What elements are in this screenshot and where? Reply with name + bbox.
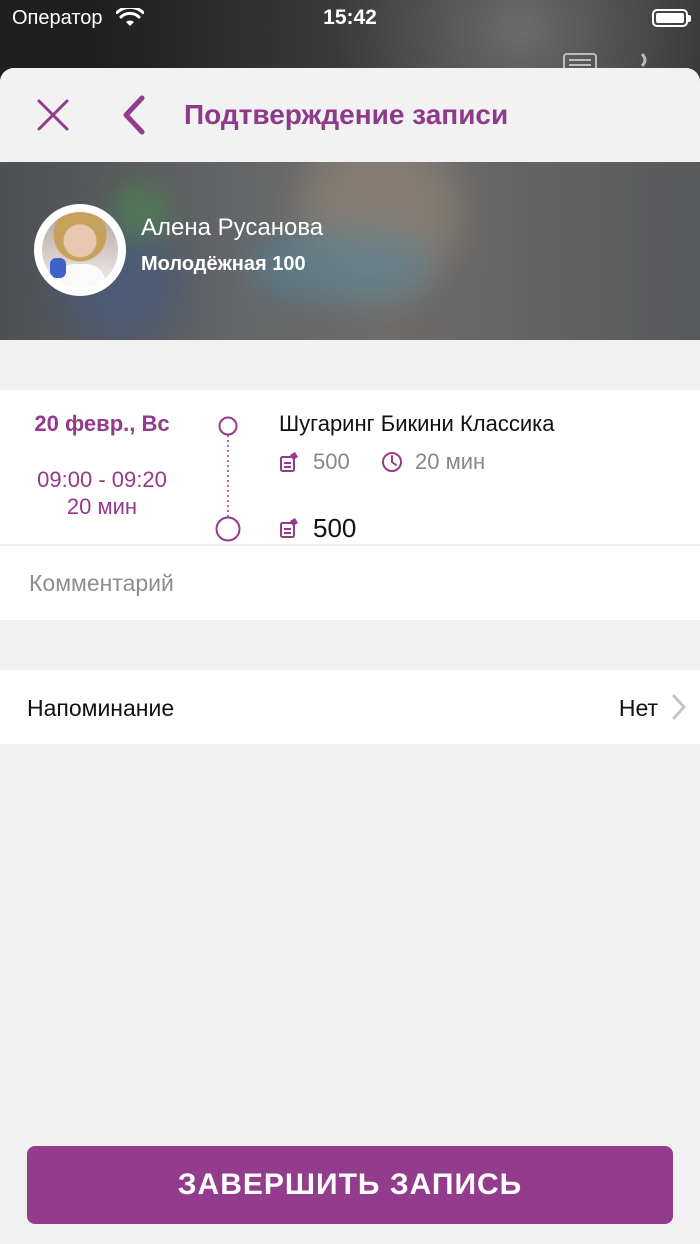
avatar-detail [50,258,66,278]
booking-date: 20 февр., Вс [34,411,170,436]
clock-icon [381,451,403,478]
reminder-row[interactable]: Напоминание Нет [0,670,700,744]
price-tag-icon [279,517,299,544]
service-duration: 20 мин [415,449,486,474]
confirmation-sheet: Подтверждение записи Алена Русанова Моло… [0,68,700,1244]
service-name: Шугаринг Бикини Классика [279,411,555,436]
avatar[interactable] [34,204,126,296]
page-title: Подтверждение записи [184,99,509,130]
finish-booking-button[interactable]: ЗАВЕРШИТЬ ЗАПИСЬ [27,1146,673,1224]
booking-time: 09:00 - 09:20 20 мин [20,466,184,520]
battery-icon [652,9,691,27]
master-name: Алена Русанова [141,214,324,241]
chevron-right-icon [672,694,686,725]
booking-time-range: 09:00 - 09:20 [37,467,167,492]
avatar-photo [42,212,118,288]
status-bar: Оператор 15:42 [0,0,700,38]
clock-time: 15:42 [323,6,377,29]
master-address: Молодёжная 100 [141,253,306,275]
service-price: 500 [313,449,350,474]
comment-input[interactable] [27,560,671,606]
booking-total: 500 [313,513,357,543]
master-header: Алена Русанова Молодёжная 100 [0,162,700,340]
booking-summary: 20 февр., Вс 09:00 - 09:20 20 мин Шугари… [0,390,700,544]
timeline-connector [214,414,242,544]
reminder-value: Нет [618,695,658,721]
reminder-label: Напоминание [27,695,175,721]
close-icon[interactable] [36,98,70,132]
navigation-bar: Подтверждение записи [0,68,700,162]
booking-duration: 20 мин [66,494,138,519]
back-chevron-icon[interactable] [120,94,150,136]
comment-row [0,545,700,620]
price-tag-icon [279,451,299,478]
